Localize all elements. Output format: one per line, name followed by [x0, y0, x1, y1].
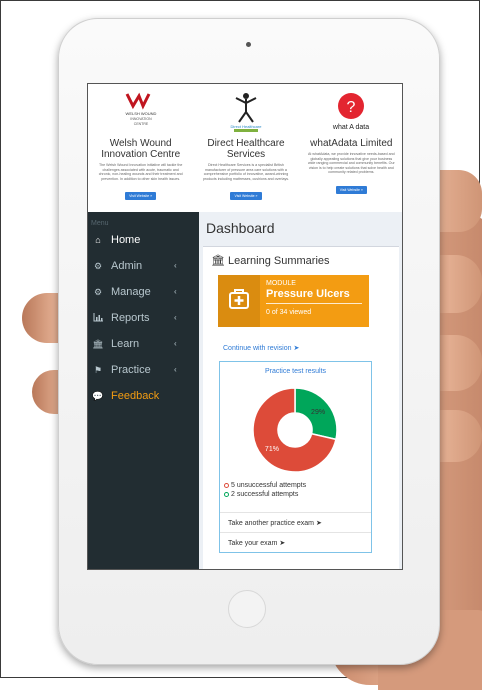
sponsor-description: The Welsh Wound Innovation initiative wi… [98, 163, 183, 181]
sponsor-title: whatAdata Limited [310, 138, 393, 149]
sidebar-item-label: Feedback [111, 390, 160, 402]
data-label-successful: 29% [311, 409, 325, 416]
green-circle-icon [224, 492, 229, 497]
sidebar-item-label: Practice [111, 364, 151, 376]
practice-results-panel: Practice test results 29% 71% 5 unsuccess… [219, 361, 372, 553]
sidebar-item-home[interactable]: ⌂ Home [88, 227, 199, 253]
sidebar-item-label: Manage [111, 286, 151, 298]
sponsor-whatadata: ? what A data whatAdata Limited At whatA… [299, 84, 402, 212]
home-button [228, 590, 266, 628]
home-icon: ⌂ [95, 235, 101, 245]
chevron-left-icon: ‹ [174, 339, 177, 348]
camera-icon [246, 42, 251, 47]
successful-label: successful attempts [236, 491, 299, 498]
chevron-left-icon: ‹ [174, 365, 177, 374]
svg-text:CENTRE: CENTRE [133, 122, 148, 126]
page-title: Dashboard [206, 220, 275, 236]
chevron-left-icon: ‹ [174, 261, 177, 270]
continue-revision-link[interactable]: Continue with revision ➤ [223, 344, 299, 352]
legend-successful: 2 successful attempts [224, 491, 298, 498]
module-label: MODULE [266, 280, 296, 287]
section-title: 🏛 Learning Summaries [203, 247, 399, 267]
legend-unsuccessful: 5 unsuccessful attempts [224, 482, 306, 489]
successful-count: 2 [231, 491, 235, 498]
sponsor-wwic: WELSH WOUND INNOVATION CENTRE Welsh Woun… [88, 84, 193, 212]
module-viewed-count: 0 of 34 viewed [266, 309, 312, 316]
sponsor-title: Direct Healthcare Services [207, 138, 285, 160]
action-label: Take another practice exam [228, 520, 314, 527]
learning-summaries-box: 🏛 Learning Summaries MODULE Pressure Ulc… [203, 246, 399, 569]
menu-label: Menu [91, 220, 109, 227]
svg-text:?: ? [347, 99, 356, 116]
sidebar-item-label: Reports [111, 312, 150, 324]
arrow-circle-right-icon: ➤ [279, 540, 286, 547]
sidebar: Menu ⌂ Home ⚙ Admin ‹ ⚙ Manage ‹ Reports… [88, 212, 199, 569]
module-name: Pressure Ulcers [266, 288, 350, 300]
chevron-left-icon: ‹ [174, 287, 177, 296]
module-card[interactable]: MODULE Pressure Ulcers 0 of 34 viewed [218, 275, 369, 327]
sidebar-item-learn[interactable]: 🏛 Learn ‹ [88, 331, 199, 357]
sidebar-item-feedback[interactable]: 💬 Feedback [88, 383, 199, 409]
action-label: Take your exam [228, 540, 278, 547]
revision-link-label: Continue with revision [223, 345, 292, 352]
take-practice-exam-link[interactable]: Take another practice exam ➤ [220, 512, 371, 530]
sponsor-description: At whatAdata, we provide innovative need… [307, 152, 395, 174]
svg-text:what A data: what A data [332, 124, 369, 131]
bar-chart-icon [91, 312, 105, 324]
unsuccessful-label: unsuccessful attempts [236, 482, 307, 489]
arrow-circle-right-icon: ➤ [315, 520, 322, 527]
visit-website-button[interactable]: Visit Website » [230, 192, 262, 200]
practice-title: Practice test results [264, 368, 327, 375]
comments-icon: 💬 [92, 390, 104, 401]
sidebar-item-practice[interactable]: ⚑ Practice ‹ [88, 357, 199, 383]
main-content: Dashboard 🏛 Learning Summaries MODULE Pr… [199, 212, 402, 569]
practice-donut-chart: 29% 71% [252, 387, 338, 473]
sidebar-item-label: Home [111, 234, 141, 246]
chevron-left-icon: ‹ [174, 313, 177, 322]
take-exam-link[interactable]: Take your exam ➤ [220, 532, 371, 550]
wwic-logo: WELSH WOUND INNOVATION CENTRE [88, 90, 193, 134]
sponsor-strip: WELSH WOUND INNOVATION CENTRE Welsh Woun… [88, 84, 402, 212]
visit-website-button[interactable]: Visit Website » [335, 185, 367, 194]
sidebar-item-label: Admin [111, 260, 143, 272]
direct-healthcare-logo: Direct Healthcare [193, 90, 298, 134]
gears-icon: ⚙ [93, 286, 103, 297]
arrow-circle-right-icon: ➤ [293, 345, 300, 352]
gear-icon: ⚙ [93, 260, 103, 271]
whatadata-logo: ? what A data [299, 90, 402, 134]
institution-icon: 🏛 [92, 338, 104, 349]
svg-text:INNOVATION: INNOVATION [130, 117, 152, 121]
tablet-screen: WELSH WOUND INNOVATION CENTRE Welsh Woun… [87, 83, 403, 570]
sidebar-item-manage[interactable]: ⚙ Manage ‹ [88, 279, 199, 305]
visit-website-button[interactable]: Visit Website » [125, 192, 157, 200]
sidebar-item-label: Learn [111, 338, 140, 350]
data-label-unsuccessful: 71% [265, 446, 279, 453]
sponsor-direct-healthcare: Direct Healthcare Direct Healthcare Serv… [193, 84, 298, 212]
medkit-icon [218, 275, 260, 327]
unsuccessful-count: 5 [231, 482, 235, 489]
sidebar-item-admin[interactable]: ⚙ Admin ‹ [88, 253, 199, 279]
module-progress-bar [266, 303, 362, 304]
svg-text:Direct Healthcare: Direct Healthcare [231, 124, 263, 129]
red-circle-icon [224, 483, 229, 488]
sidebar-item-reports[interactable]: Reports ‹ [88, 305, 199, 331]
sponsor-title: Welsh Wound Innovation Centre [101, 138, 181, 160]
svg-text:WELSH WOUND: WELSH WOUND [125, 111, 156, 116]
sponsor-description: Direct Healthcare Services is a speciali… [202, 163, 290, 181]
section-title-label: Learning Summaries [228, 255, 330, 267]
institution-icon: 🏛 [211, 255, 225, 267]
graduation-cap-icon: ⚑ [93, 364, 103, 375]
